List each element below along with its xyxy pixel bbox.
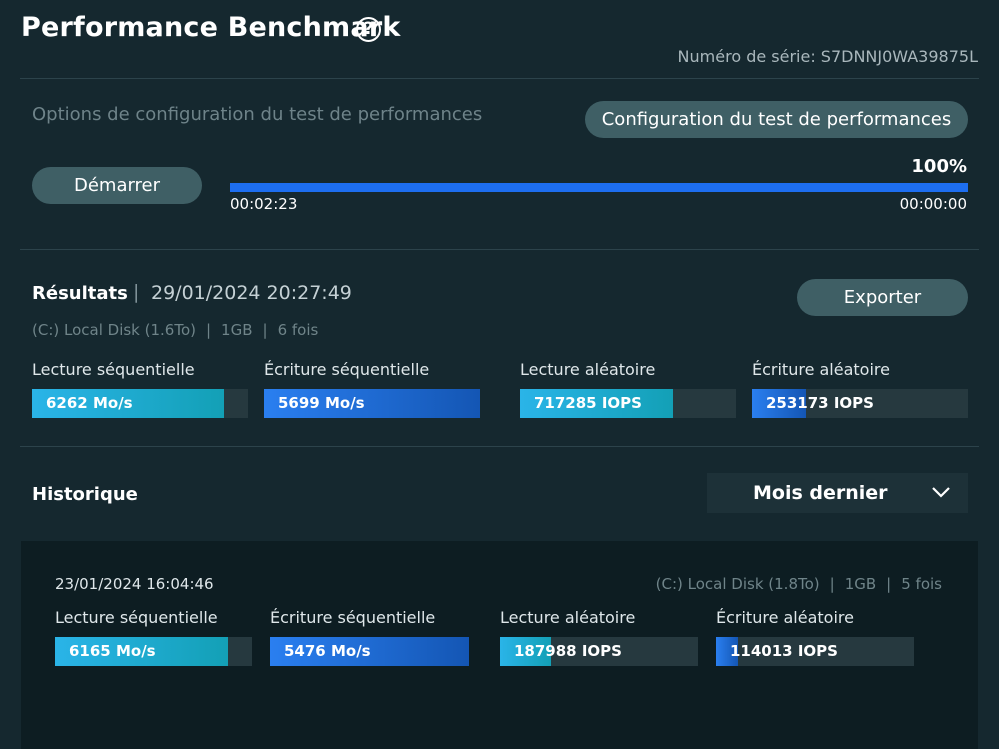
metric-label-seq-read: Lecture séquentielle bbox=[32, 360, 195, 379]
elapsed-time: 00:02:23 bbox=[230, 195, 298, 213]
history-meta: (C:) Local Disk (1.8To) | 1GB | 5 fois bbox=[656, 575, 942, 593]
metric-label-rand-read: Lecture aléatoire bbox=[500, 608, 636, 627]
period-dropdown[interactable]: Mois dernier bbox=[707, 473, 968, 513]
metric-bar-seq-write: 5699 Mo/s bbox=[264, 389, 480, 418]
results-separator: | bbox=[133, 281, 140, 303]
remaining-time: 00:00:00 bbox=[899, 195, 967, 213]
progress-fill bbox=[230, 183, 968, 192]
history-entry: 23/01/2024 16:04:46 (C:) Local Disk (1.8… bbox=[21, 541, 978, 749]
metric-value-rand-read: 717285 IOPS bbox=[534, 394, 642, 412]
metric-bar-rand-write: 253173 IOPS bbox=[752, 389, 968, 418]
metric-value-rand-write: 253173 IOPS bbox=[766, 394, 874, 412]
period-selected: Mois dernier bbox=[753, 482, 888, 504]
meta-separator: | bbox=[886, 575, 892, 593]
metric-bar-seq-read: 6262 Mo/s bbox=[32, 389, 248, 418]
metric-label-seq-read: Lecture séquentielle bbox=[55, 608, 218, 627]
results-label: Résultats bbox=[32, 283, 128, 304]
history-disk: (C:) Local Disk (1.8To) bbox=[655, 575, 820, 593]
progress-percent: 100% bbox=[911, 156, 967, 177]
metric-bar-seq-write: 5476 Mo/s bbox=[270, 637, 469, 666]
metric-value-seq-read: 6262 Mo/s bbox=[46, 394, 133, 412]
header-divider bbox=[20, 78, 979, 79]
export-button[interactable]: Exporter bbox=[797, 279, 968, 316]
progress-bar bbox=[230, 183, 968, 192]
metric-value-seq-read: 6165 Mo/s bbox=[69, 642, 156, 660]
metric-bar-seq-read: 6165 Mo/s bbox=[55, 637, 252, 666]
config-options-label: Options de configuration du test de perf… bbox=[32, 104, 483, 125]
metric-bar-rand-write: 114013 IOPS bbox=[716, 637, 914, 666]
meta-separator: | bbox=[829, 575, 835, 593]
metric-label-seq-write: Écriture séquentielle bbox=[270, 608, 436, 627]
help-icon[interactable]: ? bbox=[356, 17, 381, 42]
chevron-down-icon bbox=[932, 487, 950, 498]
metric-value-seq-write: 5699 Mo/s bbox=[278, 394, 365, 412]
results-date: 29/01/2024 20:27:49 bbox=[151, 282, 352, 304]
metric-label-rand-write: Écriture aléatoire bbox=[716, 608, 854, 627]
section-divider bbox=[20, 446, 979, 447]
results-meta: (C:) Local Disk (1.6To) | 1GB | 6 fois bbox=[32, 321, 318, 339]
history-runs: 5 fois bbox=[901, 575, 942, 593]
serial-number: Numéro de série: S7DNNJ0WA39875L bbox=[677, 47, 978, 66]
metric-value-rand-write: 114013 IOPS bbox=[730, 642, 838, 660]
metric-bar-rand-read: 187988 IOPS bbox=[500, 637, 698, 666]
meta-separator: | bbox=[262, 321, 268, 339]
history-label: Historique bbox=[32, 484, 138, 505]
history-date: 23/01/2024 16:04:46 bbox=[55, 575, 214, 593]
results-runs: 6 fois bbox=[277, 321, 319, 339]
metric-label-seq-write: Écriture séquentielle bbox=[264, 360, 430, 379]
metric-bar-rand-read: 717285 IOPS bbox=[520, 389, 736, 418]
metric-label-rand-write: Écriture aléatoire bbox=[752, 360, 890, 379]
start-button[interactable]: Démarrer bbox=[32, 167, 202, 204]
metric-value-rand-read: 187988 IOPS bbox=[514, 642, 622, 660]
metric-value-seq-write: 5476 Mo/s bbox=[284, 642, 371, 660]
results-disk: (C:) Local Disk (1.6To) bbox=[32, 321, 196, 339]
history-size: 1GB bbox=[844, 575, 877, 593]
meta-separator: | bbox=[205, 321, 212, 339]
results-size: 1GB bbox=[221, 321, 253, 339]
config-button[interactable]: Configuration du test de performances bbox=[585, 101, 968, 138]
section-divider bbox=[20, 249, 979, 250]
metric-label-rand-read: Lecture aléatoire bbox=[520, 360, 656, 379]
page-title: Performance Benchmark bbox=[21, 12, 401, 43]
